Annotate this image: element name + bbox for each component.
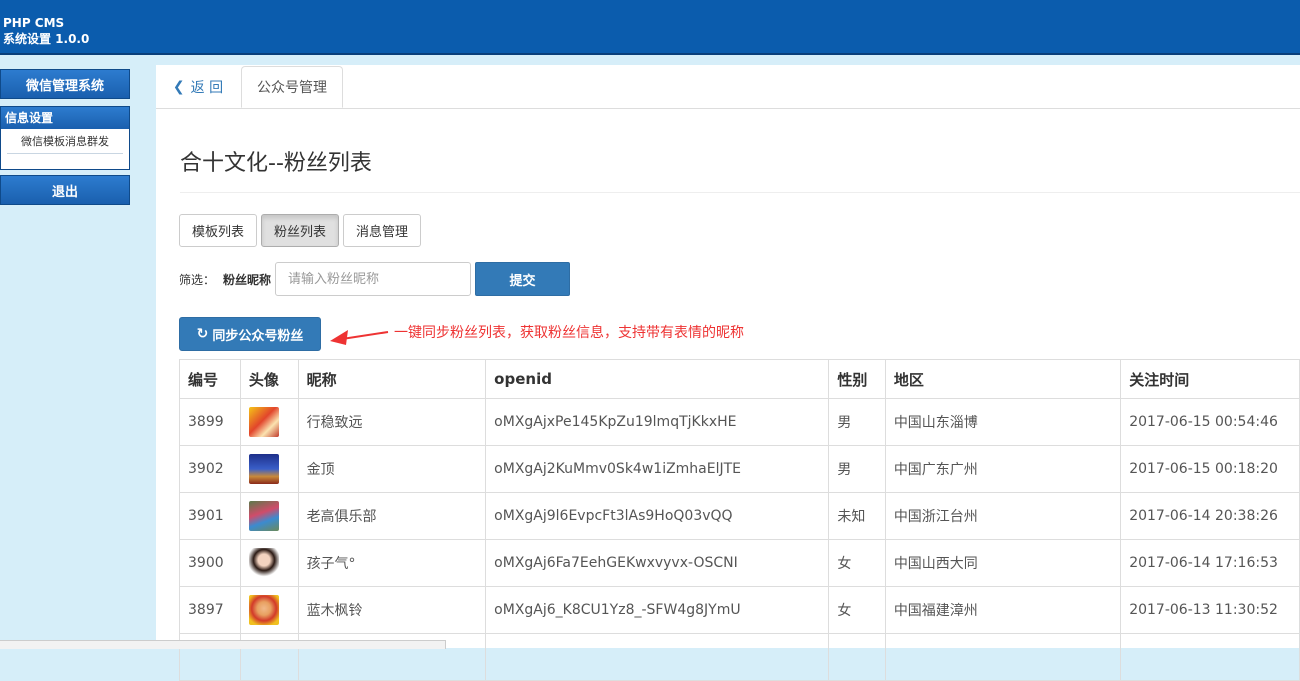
cell-gender: 未知 [828, 492, 886, 540]
sync-fans-label: 同步公众号粉丝 [212, 328, 304, 344]
column-header-gender: 性别 [828, 359, 886, 399]
table-header-row: 编号 头像 昵称 openid 性别 地区 关注时间 [179, 359, 1300, 399]
filter-bar: 筛选： 粉丝昵称 提交 [179, 262, 571, 296]
cell-openid: oMXgAj6_K8CU1Yz8_-SFW4g8JYmU [485, 586, 830, 634]
cell-region: 中国浙江台州 [884, 492, 1122, 540]
refresh-icon: ↻ [196, 326, 209, 342]
chevron-left-icon: ❮ [172, 78, 185, 95]
submit-button[interactable]: 提交 [475, 262, 571, 296]
sidebar-item-template-broadcast[interactable]: 微信模板消息群发 [7, 133, 123, 154]
page-title: 合十文化--粉丝列表 [180, 151, 372, 176]
avatar [248, 548, 279, 578]
cell-id: 3900 [179, 539, 241, 587]
table-row: 3899 行稳致远 oMXgAjxPe145KpZu19lmqTjKkxHE 男… [179, 398, 1300, 446]
tab-bar: ❮ 返 回 公众号管理 [156, 65, 1300, 109]
avatar [248, 407, 279, 437]
sidebar: 微信管理系统 信息设置 微信模板消息群发 退出 [0, 55, 156, 648]
nickname-search-input[interactable] [275, 262, 472, 296]
cell-gender: 女 [828, 586, 886, 634]
cell-region: 中国福建漳州 [884, 586, 1122, 634]
nickname-field-label: 粉丝昵称 [223, 272, 272, 287]
cell-avatar [239, 539, 299, 587]
sidebar-group-info-settings: 信息设置 微信模板消息群发 [0, 106, 130, 170]
cell-openid: oMXgAjxPe145KpZu19lmqTjKkxHE [485, 398, 830, 446]
annotation-arrow-icon [330, 330, 389, 345]
avatar [248, 595, 279, 625]
avatar [248, 454, 279, 484]
table-row: 3902 金顶 oMXgAj2KuMmv0Sk4w1iZmhaElJTE 男 中… [179, 445, 1300, 493]
table-row: 3901 老高俱乐部 oMXgAj9l6EvpcFt3lAs9HoQ03vQQ … [179, 492, 1300, 540]
app-version: 系统设置 1.0.0 [3, 32, 90, 46]
cell-avatar [239, 492, 299, 540]
cell-follow-time: 2017-06-15 00:18:20 [1120, 445, 1300, 493]
sidebar-item-wechat-system[interactable]: 微信管理系统 [0, 69, 130, 99]
view-switcher: 模板列表 粉丝列表 消息管理 [179, 214, 422, 247]
divider [180, 192, 1300, 193]
table-row: 3897 蓝木枫铃 oMXgAj6_K8CU1Yz8_-SFW4g8JYmU 女… [179, 586, 1300, 634]
cell-follow-time: 2017-06-15 00:54:46 [1120, 398, 1300, 446]
annotation-text: 一键同步粉丝列表，获取粉丝信息，支持带有表情的昵称 [394, 325, 744, 341]
column-header-id: 编号 [179, 359, 241, 399]
column-header-nickname: 昵称 [297, 359, 487, 399]
cell-nickname: 行稳致远 [297, 398, 487, 446]
cell-id: 3902 [179, 445, 241, 493]
cell-openid: oMXgAj6Fa7EehGEKwxvyvx-OSCNI [485, 539, 830, 587]
cell-nickname: 金顶 [297, 445, 487, 493]
cell-openid: oMXgAj2KuMmv0Sk4w1iZmhaElJTE [485, 445, 830, 493]
cell-region: 中国山东淄博 [884, 398, 1122, 446]
fan-list-button[interactable]: 粉丝列表 [261, 214, 340, 247]
app-name: PHP CMS [3, 16, 65, 30]
cell-nickname: 孩子气° [297, 539, 487, 587]
cell-nickname: 老高俱乐部 [297, 492, 487, 540]
cell-openid: oMXgAj9l6EvpcFt3lAs9HoQ03vQQ [485, 492, 830, 540]
cell-avatar [239, 398, 299, 446]
cell-gender: 女 [828, 539, 886, 587]
tab-back-label: 返 回 [190, 79, 224, 96]
tab-account-management[interactable]: 公众号管理 [241, 66, 343, 108]
cell-region: 中国山西大同 [884, 539, 1122, 587]
cell-gender: 男 [828, 445, 886, 493]
filter-label: 筛选： [179, 272, 216, 287]
cell-nickname: 蓝木枫铃 [297, 586, 487, 634]
avatar [248, 501, 279, 531]
cell-follow-time: 2017-06-14 20:38:26 [1120, 492, 1300, 540]
column-header-region: 地区 [884, 359, 1122, 399]
cell-gender: 男 [828, 398, 886, 446]
top-header: PHP CMS 系统设置 1.0.0 [0, 0, 1300, 55]
cell-id: 3897 [179, 586, 241, 634]
cell-avatar [239, 586, 299, 634]
column-header-follow-time: 关注时间 [1120, 359, 1300, 399]
main-content: ❮ 返 回 公众号管理 合十文化--粉丝列表 模板列表 粉丝列表 消息管理 筛选… [156, 65, 1300, 681]
column-header-openid: openid [485, 359, 830, 399]
cell-region: 中国广东广州 [884, 445, 1122, 493]
fans-table: 编号 头像 昵称 openid 性别 地区 关注时间 3899 行稳致远 oMX… [179, 359, 1300, 681]
brand: PHP CMS 系统设置 1.0.0 [3, 15, 89, 47]
message-management-button[interactable]: 消息管理 [343, 214, 422, 247]
sidebar-item-logout[interactable]: 退出 [0, 175, 130, 205]
sidebar-group-title[interactable]: 信息设置 [1, 107, 129, 129]
table-row: 3900 孩子气° oMXgAj6Fa7EehGEKwxvyvx-OSCNI 女… [179, 539, 1300, 587]
cell-follow-time: 2017-06-13 11:30:52 [1120, 586, 1300, 634]
column-header-avatar: 头像 [239, 359, 299, 399]
cell-id: 3899 [179, 398, 241, 446]
template-list-button[interactable]: 模板列表 [179, 214, 258, 247]
cell-id: 3901 [179, 492, 241, 540]
tab-back[interactable]: ❮ 返 回 [162, 65, 234, 108]
cell-follow-time: 2017-06-14 17:16:53 [1120, 539, 1300, 587]
sync-fans-button[interactable]: ↻ 同步公众号粉丝 [179, 317, 321, 351]
cell-avatar [239, 445, 299, 493]
